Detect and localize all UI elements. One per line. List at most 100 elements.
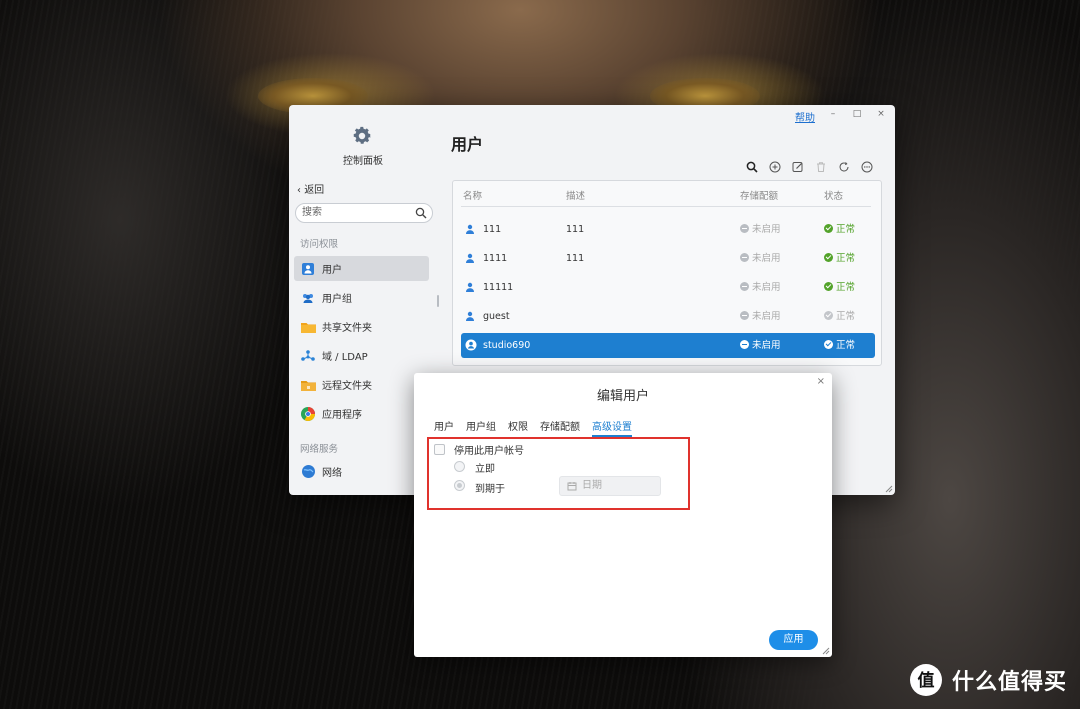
user-circle-icon [465,339,477,351]
row-quota: 未启用 [752,224,781,235]
table-row[interactable]: 111 111 未启用 正常 [461,217,875,242]
table-row[interactable]: 11111 未启用 正常 [461,275,875,300]
tab-user-groups[interactable]: 用户组 [466,418,496,437]
column-header-description[interactable]: 描述 [566,188,585,202]
search-icon[interactable] [744,159,759,174]
window-titlebar: 帮助 – □ × [695,105,895,125]
date-input[interactable]: 日期 [559,476,661,496]
sidebar-item-users[interactable]: 用户 [294,256,429,281]
gear-icon [353,126,371,144]
sidebar-item-shared-folders[interactable]: 共享文件夹 [294,314,429,339]
user-group-icon [300,290,316,306]
edit-icon[interactable] [790,159,805,174]
row-description: 111 [566,253,585,264]
dialog-tabs: 用户 用户组 权限 存储配额 高级设置 [434,418,632,437]
disabled-icon [740,224,749,233]
user-icon [466,311,474,321]
column-header-status[interactable]: 状态 [824,188,843,202]
search-icon[interactable] [415,207,427,219]
chevron-left-icon: ‹ [297,185,301,196]
column-header-quota[interactable]: 存储配额 [740,188,778,202]
sidebar-item-user-groups[interactable]: 用户组 [294,285,429,310]
more-icon[interactable] [859,159,874,174]
sidebar-item-label: 用户组 [322,294,352,305]
app-icon [300,406,316,422]
row-quota: 未启用 [752,340,781,351]
help-link[interactable]: 帮助 [795,109,815,124]
watermark: 值 什么值得买 [910,664,1067,696]
check-icon [824,253,833,262]
back-label: 返回 [304,185,325,196]
sidebar-item-applications[interactable]: 应用程序 [294,401,429,426]
resize-grip-icon[interactable] [884,484,893,493]
disabled-icon [740,340,749,349]
refresh-icon[interactable] [836,159,851,174]
column-header-name[interactable]: 名称 [463,188,482,202]
svg-text:值: 值 [918,670,935,691]
sidebar-item-label: 应用程序 [322,410,362,421]
sidebar-item-network[interactable]: 网络 [294,459,429,484]
tab-user[interactable]: 用户 [434,418,454,437]
control-panel-logo [344,125,380,147]
close-button[interactable]: × [875,108,887,120]
user-icon [300,261,316,277]
header-divider [461,206,871,207]
check-icon [824,311,833,320]
user-icon [466,224,474,234]
row-name: 11111 [483,282,514,293]
sidebar-item-label: 远程文件夹 [322,381,372,392]
radio-expire-on-label: 到期于 [475,484,505,495]
user-icon [466,282,474,292]
row-status: 正常 [836,311,856,322]
tab-permissions[interactable]: 权限 [508,418,528,437]
maximize-button[interactable]: □ [851,108,863,120]
users-table: 名称 描述 存储配额 状态 111 111 未启用 正常 1111 111 未启… [452,180,882,366]
radio-immediately[interactable] [454,461,465,472]
search-input[interactable]: 搜索 [295,203,433,223]
sidebar-scrollbar[interactable] [437,295,439,307]
back-button[interactable]: ‹ 返回 [297,181,324,196]
smzdm-logo: 值 [910,664,942,696]
row-name: guest [483,311,510,322]
table-row-selected[interactable]: studio690 未启用 正常 [461,333,875,358]
row-name: studio690 [483,340,531,351]
resize-grip-icon[interactable] [821,646,830,655]
sidebar-item-domain-ldap[interactable]: 域 / LDAP [294,343,429,368]
close-icon[interactable]: × [817,376,825,387]
remote-folder-icon [300,377,316,393]
tab-advanced-settings[interactable]: 高级设置 [592,418,632,437]
radio-expire-on[interactable] [454,480,465,491]
folder-icon [300,319,316,335]
toolbar [744,159,874,175]
row-status: 正常 [836,282,856,293]
disabled-icon [740,253,749,262]
table-row[interactable]: guest 未启用 正常 [461,304,875,329]
watermark-text: 什么值得买 [952,670,1068,695]
tab-storage-quota[interactable]: 存储配额 [540,418,580,437]
row-name: 1111 [483,253,508,264]
sidebar-item-label: 用户 [322,265,342,276]
row-status: 正常 [836,224,856,235]
sidebar-item-remote-folders[interactable]: 远程文件夹 [294,372,429,397]
page-title: 用户 [451,135,484,154]
domain-icon [300,348,316,364]
delete-icon [813,159,828,174]
calendar-icon [567,482,577,491]
date-placeholder: 日期 [582,480,602,491]
disabled-icon [740,311,749,320]
table-row[interactable]: 1111 111 未启用 正常 [461,246,875,271]
row-status: 正常 [836,253,856,264]
check-icon [824,224,833,233]
minimize-button[interactable]: – [827,108,839,120]
row-description: 111 [566,224,585,235]
disabled-icon [740,282,749,291]
app-title: 控制面板 [343,156,383,167]
row-quota: 未启用 [752,282,781,293]
sidebar-item-label: 网络 [322,468,342,479]
disable-account-checkbox[interactable] [434,444,445,455]
row-quota: 未启用 [752,253,781,264]
add-icon[interactable] [767,159,782,174]
section-access: 访问权限 [300,239,339,250]
apply-button[interactable]: 应用 [769,630,818,650]
network-icon [300,464,316,480]
